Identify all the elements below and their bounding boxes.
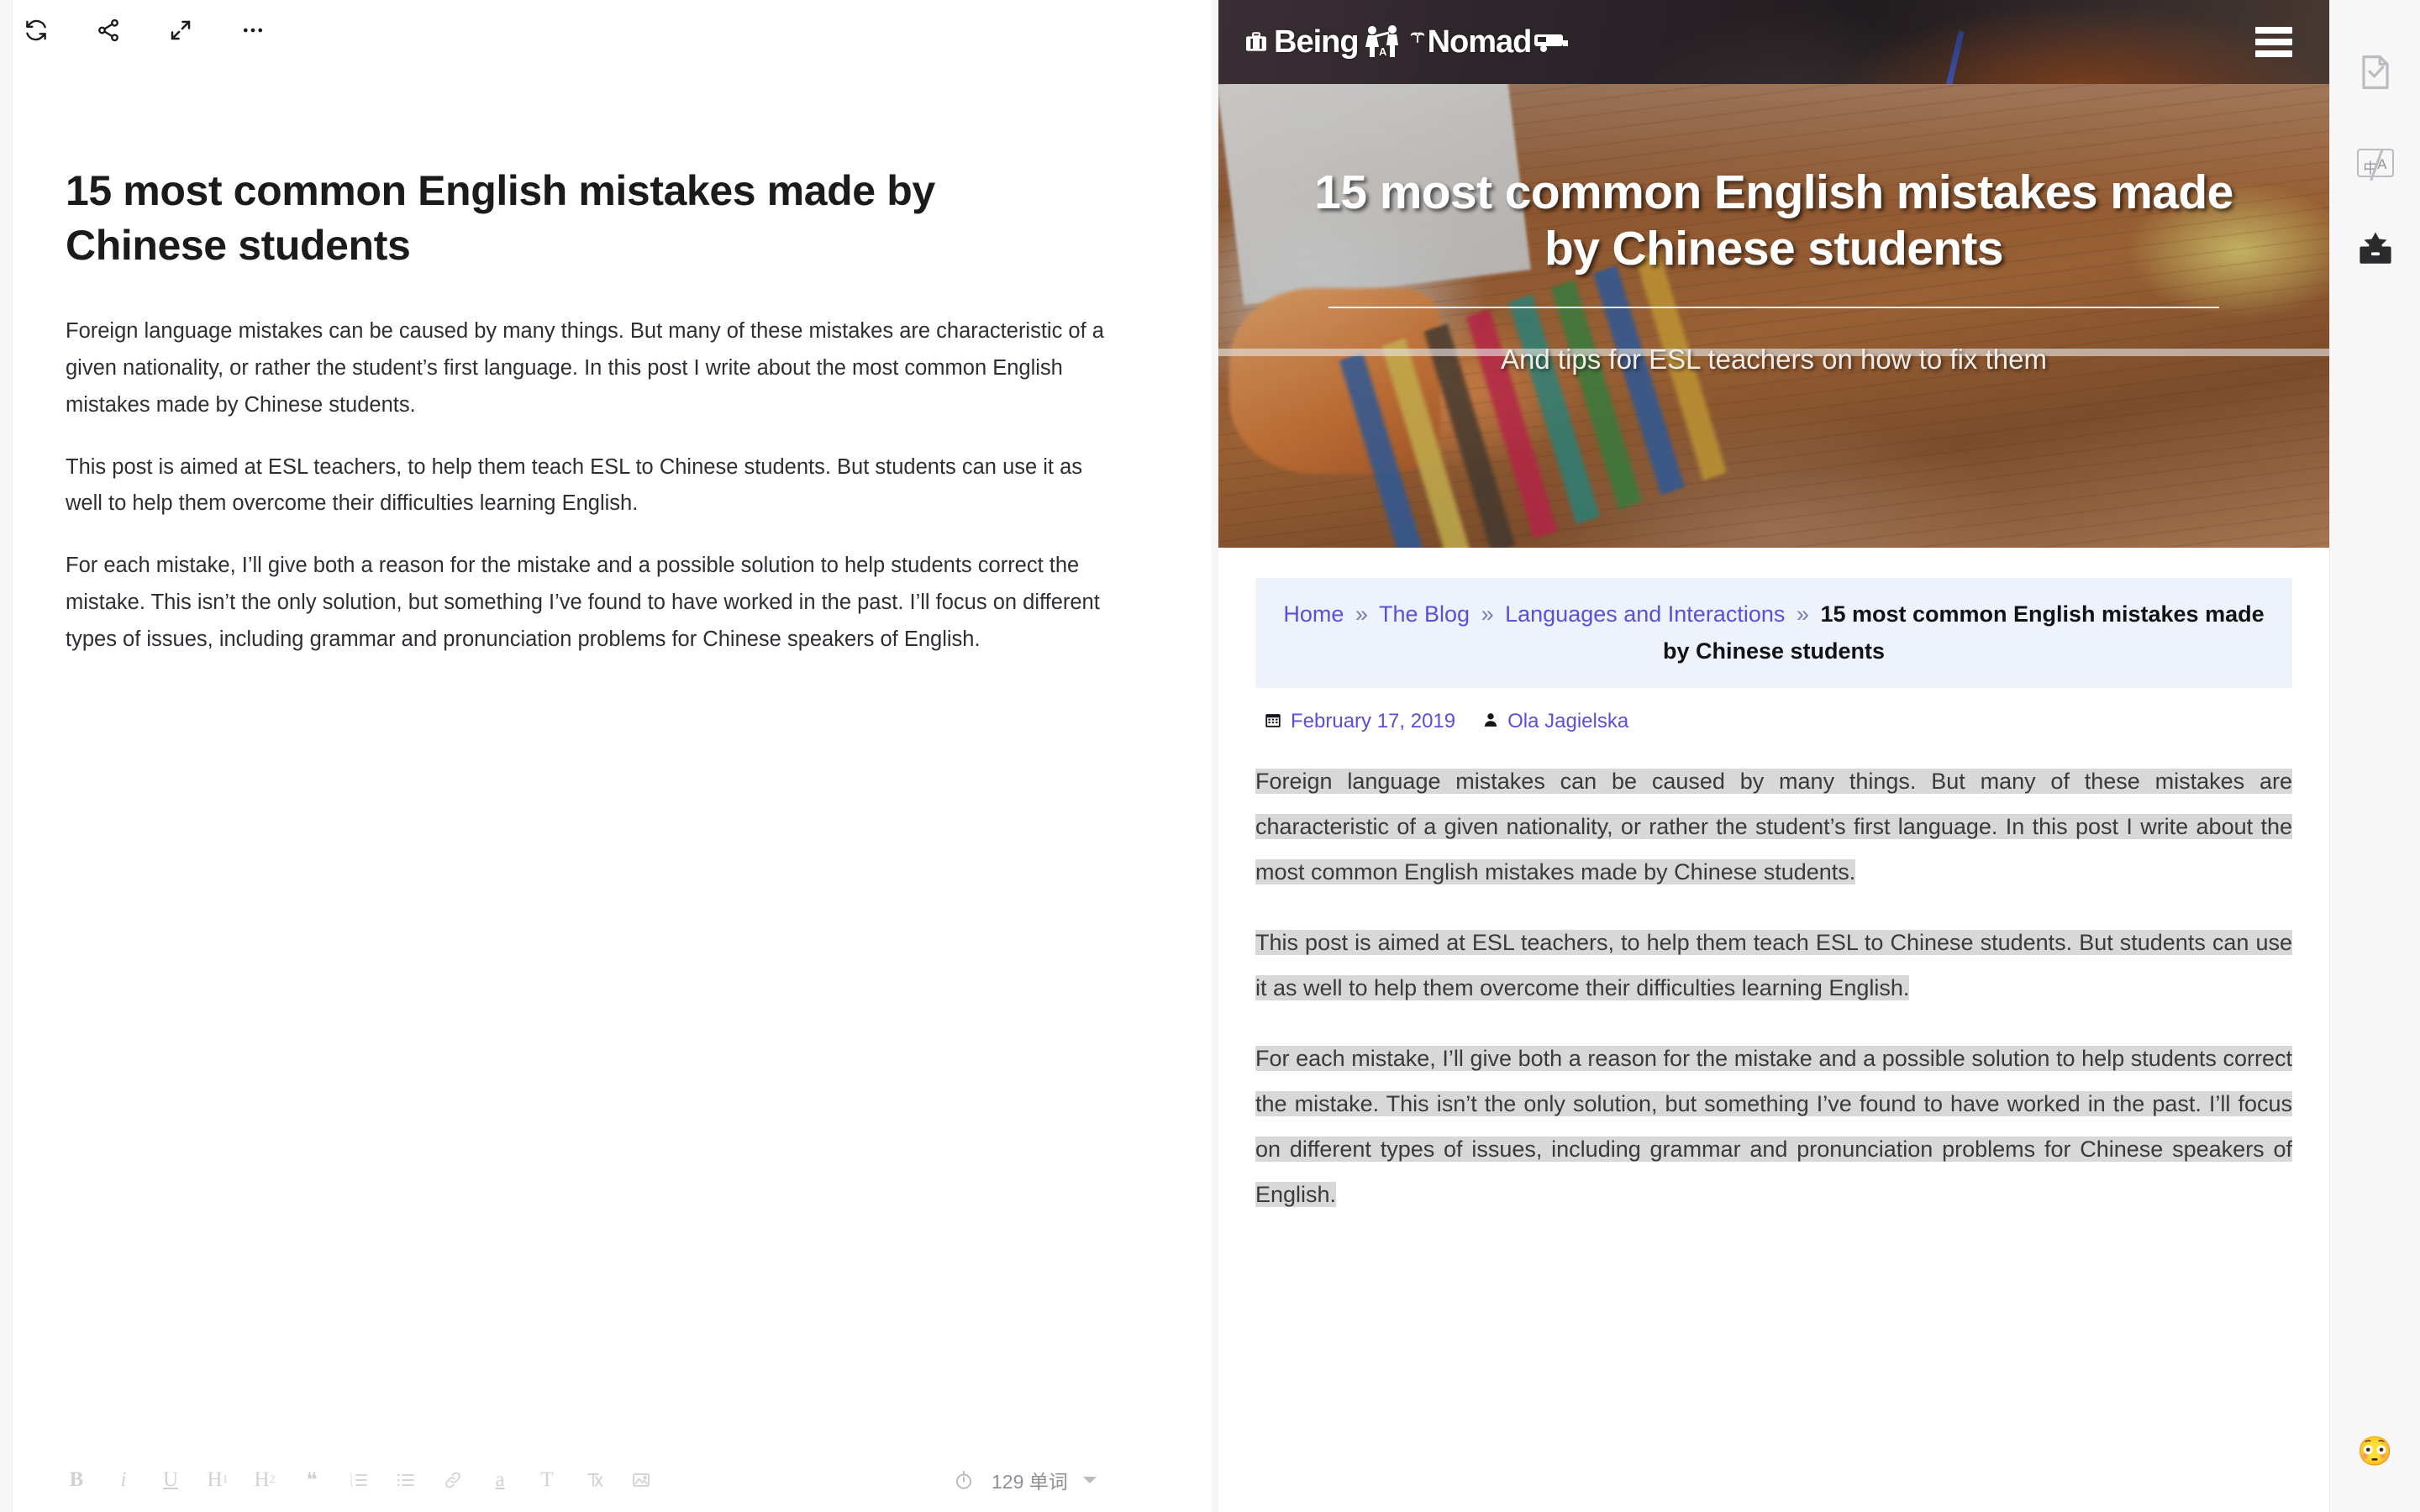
preview-paragraph: This post is aimed at ESL teachers, to h… [1255, 920, 2292, 1011]
hero-divider [1328, 307, 2219, 309]
site-header: Being A Nomad [1218, 0, 2329, 84]
blockquote-button[interactable]: ❝ [299, 1464, 324, 1496]
fullscreen-icon[interactable] [163, 13, 198, 48]
user-icon [1482, 711, 1499, 732]
word-count-label[interactable]: 129 单词 [992, 1466, 1068, 1494]
highlight-button[interactable]: a [487, 1464, 513, 1496]
ordered-list-icon[interactable]: 1 2 3 [346, 1464, 371, 1496]
caravan-icon [1533, 29, 1570, 55]
article-body: Home » The Blog » Languages and Interact… [1218, 548, 2329, 1217]
hero-subtitle: And tips for ESL teachers on how to fix … [1501, 344, 2047, 375]
logo-word-being: Being [1274, 24, 1360, 60]
heading2-button[interactable]: H2 [252, 1464, 277, 1496]
format-buttons: B i U H1 H2 ❝ 1 2 3 a T [12, 1464, 654, 1496]
editor-toolbar [0, 0, 1212, 60]
preview-pane: Being A Nomad 15 most common English mis… [1212, 0, 2420, 1512]
post-date[interactable]: February 17, 2019 [1291, 710, 1455, 733]
image-icon[interactable] [629, 1464, 654, 1496]
translate-target-lang: A [2377, 156, 2387, 172]
bold-button[interactable]: B [64, 1464, 89, 1496]
selected-text: This post is aimed at ESL teachers, to h… [1255, 930, 2292, 1001]
heading1-button[interactable]: H1 [205, 1464, 230, 1496]
translate-icon[interactable]: 中 A [2352, 139, 2399, 186]
hamburger-menu-icon[interactable] [2255, 27, 2292, 57]
sync-icon[interactable] [18, 13, 54, 48]
heading2-level: 2 [269, 1473, 276, 1486]
more-icon[interactable] [235, 13, 271, 48]
hamburger-bar [2255, 39, 2292, 45]
site-preview: Being A Nomad 15 most common English mis… [1218, 0, 2329, 1512]
underline-button[interactable]: U [158, 1464, 183, 1496]
share-icon[interactable] [91, 13, 126, 48]
translate-box: 中 A [2356, 148, 2394, 181]
hero-banner: 15 most common English mistakes made by … [1218, 84, 2329, 548]
heading2-label: H [254, 1468, 270, 1491]
document-check-icon[interactable] [2352, 49, 2399, 96]
svg-text:A: A [1379, 45, 1387, 58]
breadcrumb-separator: » [1355, 601, 1368, 627]
heading1-level: 1 [222, 1473, 229, 1486]
editor-status: 129 单词 [951, 1464, 1097, 1496]
calendar-icon [1264, 711, 1282, 732]
unordered-list-icon[interactable] [393, 1464, 418, 1496]
palm-tree-icon [1409, 29, 1426, 55]
breadcrumb-item-home[interactable]: Home [1283, 601, 1344, 627]
stopwatch-icon[interactable] [951, 1464, 976, 1496]
breadcrumb-separator: » [1796, 601, 1809, 627]
hamburger-bar [2255, 27, 2292, 34]
logo-word-nomad: Nomad [1427, 24, 1533, 60]
breadcrumb-item-the-blog[interactable]: The Blog [1379, 601, 1470, 627]
link-icon[interactable] [440, 1464, 466, 1496]
chevron-down-icon[interactable] [1082, 1477, 1097, 1483]
breadcrumb-separator: » [1481, 601, 1494, 627]
clear-format-icon[interactable] [581, 1464, 607, 1496]
selected-text: Foreign language mistakes can be caused … [1255, 769, 2292, 885]
preview-paragraph: Foreign language mistakes can be caused … [1255, 759, 2292, 895]
hamburger-bar [2255, 50, 2292, 57]
post-author[interactable]: Ola Jagielska [1507, 710, 1628, 733]
logo-text: Being A Nomad [1274, 24, 1570, 60]
archive-box-icon[interactable] [2352, 225, 2399, 272]
format-toolbar: B i U H1 H2 ❝ 1 2 3 a T 129 单词 [12, 1448, 1212, 1512]
breadcrumb-item-languages-and-interactions[interactable]: Languages and Interactions [1505, 601, 1785, 627]
hero-content: 15 most common English mistakes made by … [1218, 165, 2329, 375]
breadcrumb: Home » The Blog » Languages and Interact… [1255, 578, 2292, 689]
suitcase-icon [1242, 29, 1270, 55]
editor-pane: 15 most common English mistakes made by … [0, 0, 1212, 1512]
preview-paragraph: For each mistake, I’ll give both a reaso… [1255, 1036, 2292, 1217]
heading1-label: H [207, 1468, 223, 1491]
document-paragraph[interactable]: This post is aimed at ESL teachers, to h… [66, 449, 1116, 523]
italic-button[interactable]: i [111, 1464, 136, 1496]
app-root: 15 most common English mistakes made by … [0, 0, 2420, 1512]
document-title[interactable]: 15 most common English mistakes made by … [66, 164, 1099, 273]
site-logo[interactable]: Being A Nomad [1242, 24, 1570, 60]
hero-title: 15 most common English mistakes made by … [1314, 165, 2233, 276]
document-paragraph[interactable]: For each mistake, I’ll give both a reaso… [66, 548, 1116, 659]
editor-document[interactable]: 15 most common English mistakes made by … [66, 164, 1150, 684]
selected-text: For each mistake, I’ll give both a reaso… [1255, 1046, 2292, 1208]
document-paragraph[interactable]: Foreign language mistakes can be caused … [66, 313, 1116, 424]
svg-text:3: 3 [350, 1482, 353, 1488]
people-icon: A [1360, 24, 1407, 60]
post-meta: February 17, 2019 Ola Jagielska [1264, 710, 2292, 733]
emoji-reaction-icon[interactable]: 😳 [2352, 1428, 2399, 1475]
right-icon-rail: 中 A 😳 [2329, 0, 2420, 1512]
text-color-button[interactable]: T [534, 1464, 560, 1496]
